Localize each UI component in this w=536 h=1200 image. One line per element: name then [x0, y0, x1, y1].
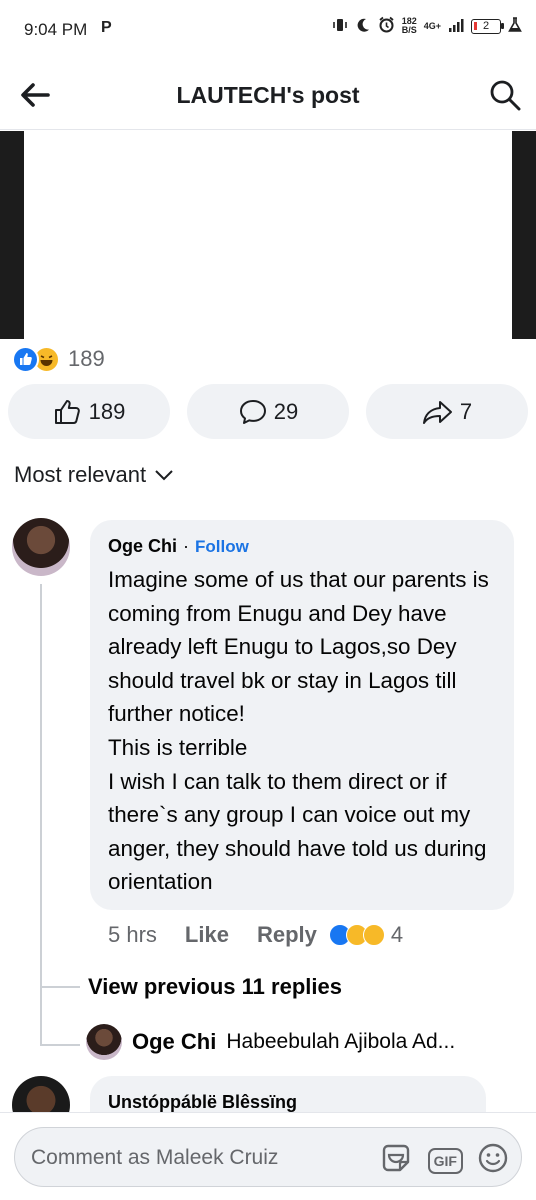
comment-placeholder: Comment as Maleek Cruiz: [31, 1146, 279, 1169]
like-button[interactable]: 189: [8, 384, 170, 439]
separator-dot: ·: [183, 536, 190, 556]
comment-bubble: Oge Chi · Follow Imagine some of us that…: [90, 520, 514, 910]
post-image[interactable]: [0, 131, 536, 339]
like-reaction-icon: [12, 345, 39, 373]
comment-time: 5 hrs: [108, 922, 157, 947]
comment-button[interactable]: 29: [187, 384, 349, 439]
status-icons: 182 B/S 4G+ 2: [332, 16, 522, 36]
letterbox-left: [0, 131, 24, 339]
page-title: LAUTECH's post: [176, 82, 360, 108]
follow-button[interactable]: Follow: [195, 537, 249, 557]
reactions-summary[interactable]: 189: [12, 344, 105, 374]
comment-count: 29: [273, 398, 299, 424]
avatar: [86, 1024, 122, 1060]
signal-icon: [448, 17, 464, 36]
chevron-down-icon: [154, 462, 174, 488]
comment-bubble-icon: [238, 398, 268, 426]
sticker-icon[interactable]: [378, 1140, 414, 1181]
thread-branch: [40, 1044, 80, 1046]
flask-icon: [508, 16, 522, 36]
comment-reaction-count[interactable]: 4: [391, 922, 403, 948]
comment-composer: Comment as Maleek Cruiz GIF: [0, 1112, 536, 1200]
letterbox-right: [512, 131, 536, 339]
reaction-count: 189: [68, 346, 105, 371]
gif-button[interactable]: GIF: [427, 1147, 463, 1174]
post-header: LAUTECH's post: [0, 62, 536, 130]
sad-reaction-icon: [362, 924, 385, 946]
comment-text: Imagine some of us that our parents is c…: [108, 567, 489, 895]
composer-icons: GIF: [378, 1140, 509, 1181]
battery-icon: 2: [471, 18, 504, 34]
reply-preview[interactable]: Oge Chi Habeebulah Ajibola Ad...: [86, 1024, 526, 1060]
emoji-icon[interactable]: [477, 1142, 509, 1179]
post-actions: 189 29 7: [8, 384, 528, 439]
comment-author[interactable]: Unstóppáblë Blêssïng: [108, 1092, 468, 1113]
share-count: 7: [459, 398, 473, 424]
thumbs-up-icon: [53, 398, 83, 426]
comment-sort-dropdown[interactable]: Most relevant: [14, 462, 174, 488]
status-bar: 9:04 PM P 182 B/S 4G+ 2: [0, 0, 536, 62]
vibrate-icon: [332, 17, 348, 36]
notification-p-icon: P: [101, 19, 112, 36]
status-time: 9:04 PM: [24, 20, 88, 39]
like-count: 189: [88, 398, 126, 424]
share-arrow-icon: [422, 398, 454, 426]
network-speed-unit: B/S: [401, 25, 417, 35]
comment-like-button[interactable]: Like: [185, 922, 229, 948]
comment-input[interactable]: Comment as Maleek Cruiz GIF: [14, 1127, 522, 1187]
thread-line: [40, 584, 42, 1046]
alarm-icon: [378, 16, 395, 36]
sort-label: Most relevant: [14, 462, 147, 487]
reply-text: Habeebulah Ajibola Ad...: [226, 1030, 456, 1053]
view-previous-replies-link[interactable]: View previous 11 replies: [88, 974, 342, 1000]
comment-author[interactable]: Oge Chi: [108, 536, 177, 557]
do-not-disturb-moon-icon: [355, 17, 371, 36]
comment-reply-button[interactable]: Reply: [257, 922, 317, 948]
network-speed: 182 B/S: [402, 17, 417, 35]
network-type: 4G+: [423, 20, 441, 31]
comment-header: Oge Chi · Follow: [108, 536, 496, 557]
reply-author: Oge Chi: [132, 1029, 217, 1054]
comment-meta: 5 hrs Like Reply 4: [108, 922, 403, 948]
share-button[interactable]: 7: [366, 384, 528, 439]
thread-branch: [40, 986, 80, 988]
avatar[interactable]: [12, 518, 70, 576]
search-icon[interactable]: [488, 78, 522, 112]
